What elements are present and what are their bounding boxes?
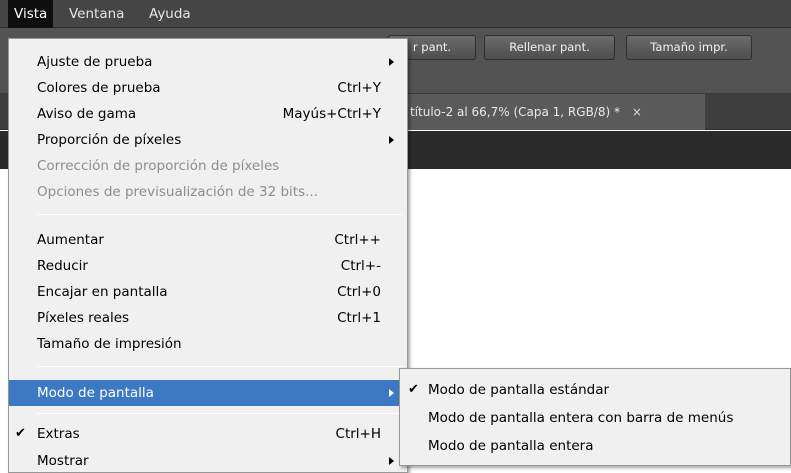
menu-item-proof-setup[interactable]: Ajuste de prueba bbox=[9, 49, 407, 75]
menu-item-proof-colors[interactable]: Colores de prueba Ctrl+Y bbox=[9, 75, 407, 101]
checkmark-icon: ✔ bbox=[15, 426, 26, 441]
view-menu: Ajuste de prueba Colores de prueba Ctrl+… bbox=[8, 38, 408, 473]
menu-item-show[interactable]: Mostrar bbox=[9, 448, 407, 473]
shortcut-label: Ctrl+H bbox=[335, 426, 381, 442]
menu-vista[interactable]: Vista bbox=[8, 0, 54, 28]
menu-item-32bit-preview-options: Opciones de previsualización de 32 bits.… bbox=[37, 184, 319, 200]
screen-mode-submenu: ✔ Modo de pantalla estándar Modo de pant… bbox=[399, 368, 791, 466]
menu-item-zoom-in[interactable]: Aumentar Ctrl++ bbox=[9, 227, 407, 253]
shortcut-label: Mayús+Ctrl+Y bbox=[282, 106, 381, 122]
menu-item-pixel-aspect-ratio[interactable]: Proporción de píxeles bbox=[9, 127, 407, 153]
menu-item-extras[interactable]: ✔ Extras Ctrl+H bbox=[9, 421, 407, 447]
menu-item-screen-mode[interactable]: Modo de pantalla bbox=[9, 380, 407, 406]
menu-separator bbox=[37, 214, 403, 215]
menubar: Vista Ventana Ayuda bbox=[0, 0, 791, 28]
checkmark-icon: ✔ bbox=[408, 382, 419, 397]
menu-item-pixel-aspect-correction: Corrección de proporción de píxeles bbox=[37, 158, 280, 174]
menu-separator bbox=[37, 366, 403, 367]
submenu-arrow-icon bbox=[389, 58, 394, 66]
shortcut-label: Ctrl++ bbox=[334, 232, 381, 248]
menu-ayuda[interactable]: Ayuda bbox=[143, 0, 197, 28]
submenu-item-full-screen-mode[interactable]: Modo de pantalla entera bbox=[400, 433, 790, 459]
submenu-arrow-icon bbox=[389, 457, 394, 465]
menu-item-actual-pixels[interactable]: Píxeles reales Ctrl+1 bbox=[9, 305, 407, 331]
close-icon[interactable]: × bbox=[632, 105, 642, 119]
submenu-arrow-icon bbox=[389, 136, 394, 144]
shortcut-label: Ctrl+Y bbox=[337, 80, 381, 96]
document-tab[interactable]: título-2 al 66,7% (Capa 1, RGB/8) * × bbox=[400, 94, 705, 130]
menu-ventana[interactable]: Ventana bbox=[63, 0, 130, 28]
submenu-arrow-icon bbox=[389, 389, 394, 397]
menu-item-print-size[interactable]: Tamaño de impresión bbox=[9, 331, 407, 357]
print-size-button[interactable]: Tamaño impr. bbox=[626, 35, 752, 60]
document-tab-title: título-2 al 66,7% (Capa 1, RGB/8) * bbox=[410, 105, 620, 119]
menu-item-zoom-out[interactable]: Reducir Ctrl+- bbox=[9, 253, 407, 279]
shortcut-label: Ctrl+0 bbox=[337, 284, 381, 300]
shortcut-label: Ctrl+- bbox=[340, 258, 381, 274]
menu-item-gamut-warning[interactable]: Aviso de gama Mayús+Ctrl+Y bbox=[9, 101, 407, 127]
fill-screen-button[interactable]: Rellenar pant. bbox=[484, 35, 615, 60]
shortcut-label: Ctrl+1 bbox=[337, 310, 381, 326]
submenu-item-standard-screen-mode[interactable]: ✔ Modo de pantalla estándar bbox=[400, 377, 790, 403]
menu-item-fit-on-screen[interactable]: Encajar en pantalla Ctrl+0 bbox=[9, 279, 407, 305]
submenu-item-full-screen-with-menubar[interactable]: Modo de pantalla entera con barra de men… bbox=[400, 405, 790, 431]
menu-separator bbox=[37, 413, 403, 414]
